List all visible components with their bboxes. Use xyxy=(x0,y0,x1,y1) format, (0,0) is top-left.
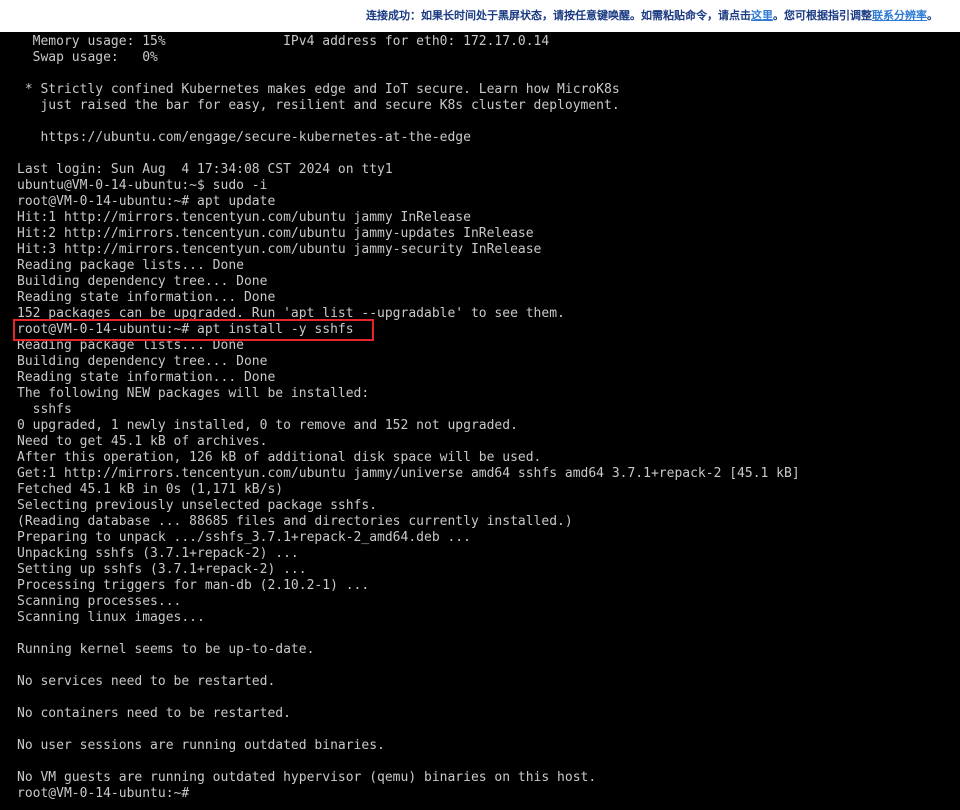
terminal-line: No user sessions are running outdated bi… xyxy=(17,738,385,753)
terminal-line: No VM guests are running outdated hyperv… xyxy=(17,770,597,785)
terminal-line: Get:1 http://mirrors.tencentyun.com/ubun… xyxy=(17,466,800,481)
resolution-guide-link[interactable]: 联系分辨率 xyxy=(872,9,927,22)
terminal-line: * Strictly confined Kubernetes makes edg… xyxy=(17,82,620,97)
terminal-line: No services need to be restarted. xyxy=(17,674,276,689)
terminal-line: Preparing to unpack .../sshfs_3.7.1+repa… xyxy=(17,530,471,545)
terminal-line: Processing triggers for man-db (2.10.2-1… xyxy=(17,578,370,593)
terminal-line: Reading state information... Done xyxy=(17,290,276,305)
terminal-line: Hit:1 http://mirrors.tencentyun.com/ubun… xyxy=(17,210,471,225)
connection-status-banner: 连接成功：如果长时间处于黑屏状态，请按任意键唤醒。如需粘贴命令，请点击这里。您可… xyxy=(0,0,960,32)
terminal-line: The following NEW packages will be insta… xyxy=(17,386,370,401)
terminal-line: Hit:3 http://mirrors.tencentyun.com/ubun… xyxy=(17,242,542,257)
terminal-line: Last login: Sun Aug 4 17:34:08 CST 2024 … xyxy=(17,162,393,177)
terminal-line: Swap usage: 0% xyxy=(17,50,158,65)
banner-text-after: 。 xyxy=(927,9,938,22)
terminal-line: 152 packages can be upgraded. Run 'apt l… xyxy=(17,306,565,321)
terminal-line: No containers need to be restarted. xyxy=(17,706,291,721)
terminal-line: https://ubuntu.com/engage/secure-kuberne… xyxy=(17,130,471,145)
terminal-output[interactable]: Memory usage: 15% IPv4 address for eth0:… xyxy=(17,34,957,802)
terminal-line: Reading state information... Done xyxy=(17,370,276,385)
terminal-line: Setting up sshfs (3.7.1+repack-2) ... xyxy=(17,562,307,577)
terminal-line: (Reading database ... 88685 files and di… xyxy=(17,514,573,529)
terminal-line: root@VM-0-14-ubuntu:~# apt update xyxy=(17,194,276,209)
terminal-line: Building dependency tree... Done xyxy=(17,274,268,289)
terminal-line: 0 upgraded, 1 newly installed, 0 to remo… xyxy=(17,418,518,433)
terminal-line: Reading package lists... Done xyxy=(17,338,244,353)
terminal-line: ubuntu@VM-0-14-ubuntu:~$ sudo -i xyxy=(17,178,268,193)
terminal-line: root@VM-0-14-ubuntu:~# apt install -y ss… xyxy=(17,322,354,337)
banner-text-before: 连接成功：如果长时间处于黑屏状态，请按任意键唤醒。如需粘贴命令，请点击 xyxy=(366,9,751,22)
banner-text-middle: 。您可根据指引调整 xyxy=(773,9,872,22)
terminal-line: Building dependency tree... Done xyxy=(17,354,268,369)
terminal-line: Selecting previously unselected package … xyxy=(17,498,378,513)
terminal-line: Need to get 45.1 kB of archives. xyxy=(17,434,268,449)
terminal-line: Running kernel seems to be up-to-date. xyxy=(17,642,315,657)
terminal-line: Hit:2 http://mirrors.tencentyun.com/ubun… xyxy=(17,226,534,241)
terminal-line: Scanning linux images... xyxy=(17,610,205,625)
terminal-line: Memory usage: 15% IPv4 address for eth0:… xyxy=(17,34,550,49)
terminal-line: Scanning processes... xyxy=(17,594,182,609)
terminal-line: Reading package lists... Done xyxy=(17,258,244,273)
terminal-prompt-line: root@VM-0-14-ubuntu:~# xyxy=(17,786,198,801)
paste-command-link[interactable]: 这里 xyxy=(751,9,773,22)
terminal-line: Fetched 45.1 kB in 0s (1,171 kB/s) xyxy=(17,482,284,497)
terminal-line: just raised the bar for easy, resilient … xyxy=(17,98,620,113)
terminal-line: sshfs xyxy=(17,402,72,417)
terminal-line: After this operation, 126 kB of addition… xyxy=(17,450,542,465)
terminal-line: Unpacking sshfs (3.7.1+repack-2) ... xyxy=(17,546,299,561)
